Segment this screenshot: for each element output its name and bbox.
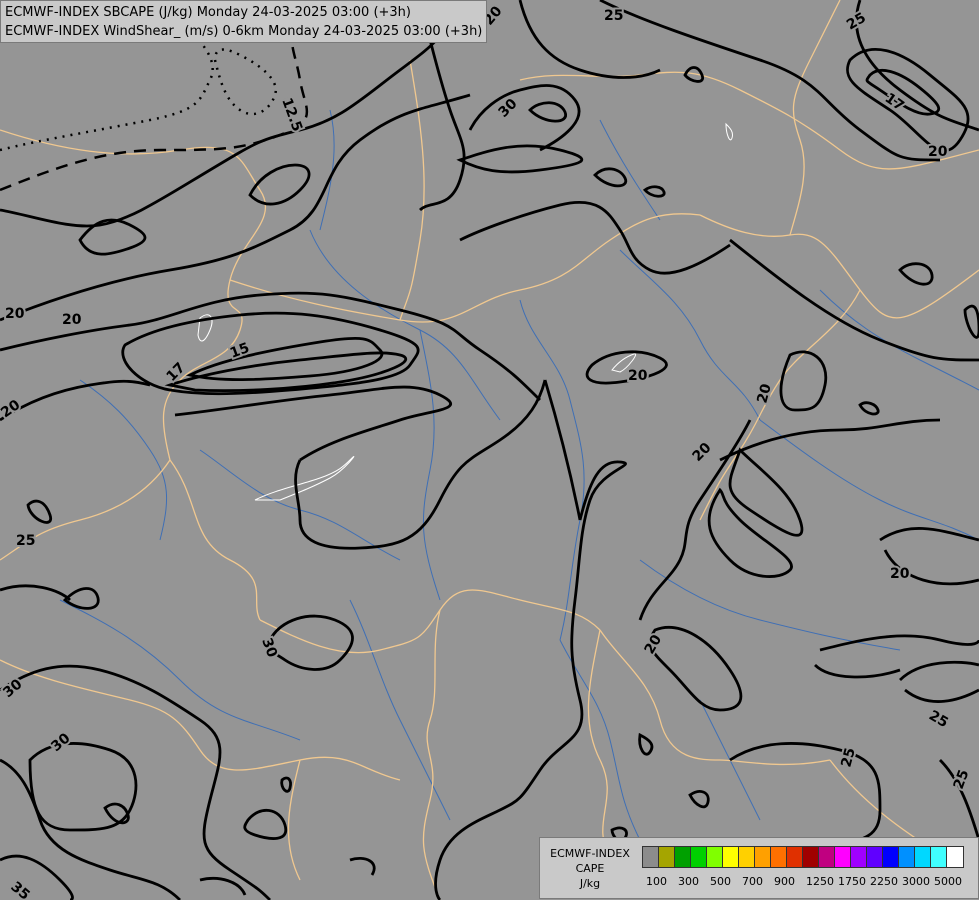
title-line-cape: ECMWF-INDEX SBCAPE (J/kg) Monday 24-03-2…: [5, 5, 411, 20]
legend-swatch: [771, 847, 787, 867]
legend-swatch: [723, 847, 739, 867]
weather-map: 12.5 15 17 17 20 20 20 20 20 20 20 20 20…: [0, 0, 979, 900]
contour-label: 20: [628, 368, 648, 384]
legend-tick-label: 900: [774, 875, 795, 888]
cape-legend: ECMWF-INDEX CAPE J/kg 100 300 500 700 900 125…: [539, 837, 979, 899]
contour-label: 20: [5, 306, 25, 322]
legend-tick-label: 2250: [870, 875, 898, 888]
legend-swatch: [739, 847, 755, 867]
legend-tick-label: 100: [646, 875, 667, 888]
legend-tick-label: 1250: [806, 875, 834, 888]
map-title-box: ECMWF-INDEX SBCAPE (J/kg) Monday 24-03-2…: [0, 0, 488, 43]
legend-unit: J/kg: [579, 877, 601, 890]
legend-swatch: [915, 847, 931, 867]
legend-swatch: [819, 847, 835, 867]
contour-label: 25: [16, 533, 35, 549]
legend-swatch: [707, 847, 723, 867]
legend-swatch: [803, 847, 819, 867]
legend-swatch: [691, 847, 707, 867]
contour-label: 25: [604, 8, 623, 24]
title-line-windshear: ECMWF-INDEX WindShear_ (m/s) 0-6km Monda…: [5, 24, 483, 39]
legend-title: ECMWF-INDEX CAPE J/kg: [544, 846, 636, 891]
legend-swatch: [643, 847, 659, 867]
contour-label: 20: [928, 144, 948, 160]
legend-swatch: [675, 847, 691, 867]
legend-swatch: [851, 847, 867, 867]
legend-swatch: [947, 847, 963, 867]
legend-tick-label: 5000: [934, 875, 962, 888]
contour-label: 20: [62, 312, 82, 328]
legend-tick-label: 300: [678, 875, 699, 888]
legend-field: CAPE: [575, 862, 605, 875]
legend-swatch: [931, 847, 947, 867]
legend-tick-label: 3000: [902, 875, 930, 888]
legend-swatch: [787, 847, 803, 867]
legend-swatch: [899, 847, 915, 867]
contour-label: 20: [890, 566, 910, 582]
legend-model: ECMWF-INDEX: [550, 847, 630, 860]
legend-swatch: [835, 847, 851, 867]
legend-tick-label: 700: [742, 875, 763, 888]
legend-swatch: [659, 847, 675, 867]
legend-tick-label: 1750: [838, 875, 866, 888]
legend-swatch: [883, 847, 899, 867]
legend-swatch: [755, 847, 771, 867]
legend-swatch: [867, 847, 883, 867]
legend-color-scale: [642, 846, 964, 868]
legend-tick-label: 500: [710, 875, 731, 888]
